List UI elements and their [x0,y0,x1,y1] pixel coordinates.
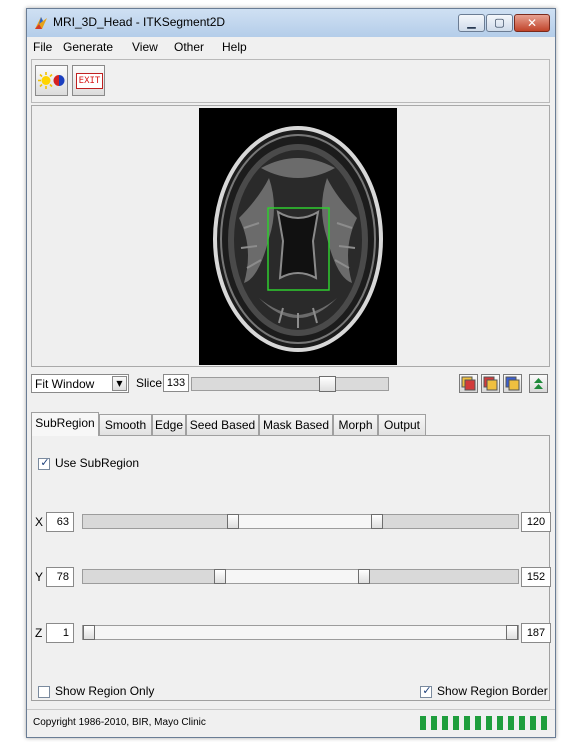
progress-segment [486,716,492,730]
y-max-handle[interactable] [358,569,370,584]
tab-subregion[interactable]: SubRegion [31,412,99,436]
y-min-field[interactable]: 78 [46,567,74,587]
subregion-panel: ✓ Use SubRegion X 63 120 Y 78 152 Z 1 18… [31,435,551,701]
tab-bar: SubRegion Smooth Edge Seed Based Mask Ba… [31,412,550,436]
progress-segment [475,716,481,730]
app-window: MRI_3D_Head - ITKSegment2D ▁ ▢ ✕ File Ge… [26,8,556,738]
axial-view-button[interactable] [459,374,478,393]
tab-seed-based[interactable]: Seed Based [186,414,259,435]
z-axis-label: Z [35,626,43,640]
dropdown-button[interactable]: ▼ [112,376,127,391]
x-min-handle[interactable] [227,514,239,529]
mri-slice-image [199,108,397,365]
tab-edge[interactable]: Edge [152,414,186,435]
y-axis-label: Y [35,570,44,584]
show-region-only-checkbox[interactable] [38,686,50,698]
show-region-border-checkbox[interactable]: ✓ [420,684,432,698]
axial-view-icon [461,376,476,391]
minimize-button[interactable]: ▁ [458,14,485,32]
tab-smooth[interactable]: Smooth [99,414,152,435]
maximize-button[interactable]: ▢ [486,14,513,32]
menu-file[interactable]: File [33,40,52,54]
progress-segment [442,716,448,730]
y-range-slider[interactable] [82,569,519,584]
menu-help[interactable]: Help [222,40,247,54]
use-subregion-label: Use SubRegion [55,456,140,470]
show-region-border-label: Show Region Border [437,684,548,698]
progress-segment [420,716,426,730]
sun-contrast-icon [38,72,65,89]
exit-label: EXIT [76,73,103,89]
coronal-view-button[interactable] [481,374,500,393]
progress-segment [453,716,459,730]
checkmark-icon: ✓ [422,684,432,697]
menu-view[interactable]: View [132,40,158,54]
coronal-view-icon [483,376,498,391]
progress-segment [541,716,547,730]
slice-label: Slice [136,376,163,390]
y-min-handle[interactable] [214,569,226,584]
close-button[interactable]: ✕ [514,14,550,32]
sagittal-view-icon [505,376,520,391]
copyright-text: Copyright 1986-2010, BIR, Mayo Clinic [33,717,206,728]
chevron-down-icon: ▼ [116,379,123,388]
window-title: MRI_3D_Head - ITKSegment2D [53,15,226,29]
menu-bar: File Generate View Other Help [27,37,555,57]
progress-segment [464,716,470,730]
y-max-field[interactable]: 152 [521,567,551,587]
use-subregion-checkbox[interactable]: ✓ [38,456,50,470]
z-min-handle[interactable] [83,625,95,640]
progress-segment [508,716,514,730]
progress-segment [431,716,437,730]
activity-indicator [420,716,550,730]
x-max-field[interactable]: 120 [521,512,551,532]
tab-mask-based[interactable]: Mask Based [259,414,333,435]
close-icon: ✕ [526,16,538,30]
progress-segment [497,716,503,730]
x-min-field[interactable]: 63 [46,512,74,532]
contrast-button[interactable] [35,65,68,96]
zoom-mode-select[interactable]: Fit Window ▼ [31,374,129,393]
progress-segment [519,716,525,730]
image-viewer[interactable] [31,105,550,367]
z-max-field[interactable]: 187 [521,623,551,643]
slice-up-button[interactable] [529,374,548,393]
z-range-slider[interactable] [82,625,519,640]
app-icon [35,17,47,29]
checkmark-icon: ✓ [40,456,50,469]
x-range-slider[interactable] [82,514,519,529]
title-bar[interactable]: MRI_3D_Head - ITKSegment2D ▁ ▢ ✕ [27,9,555,38]
progress-segment [530,716,536,730]
z-range-fill [89,626,512,639]
z-min-field[interactable]: 1 [46,623,74,643]
x-max-handle[interactable] [371,514,383,529]
toolbar: EXIT [31,59,550,103]
status-bar: Copyright 1986-2010, BIR, Mayo Clinic [27,709,555,736]
y-range-fill [220,570,364,583]
exit-button[interactable]: EXIT [72,65,105,96]
maximize-icon: ▢ [494,16,505,29]
z-max-handle[interactable] [506,625,518,640]
sagittal-view-button[interactable] [503,374,522,393]
x-range-fill [233,515,377,528]
slice-slider[interactable] [191,376,389,392]
show-region-only-label: Show Region Only [55,684,155,698]
arrow-up-icon [534,378,543,389]
slice-slider-thumb[interactable] [319,376,336,392]
slice-controls: Fit Window ▼ Slice 133 [31,373,550,395]
x-axis-label: X [35,515,44,529]
minimize-icon: ▁ [467,16,476,29]
menu-generate[interactable]: Generate [63,40,113,54]
zoom-mode-value: Fit Window [35,377,95,391]
tab-morph[interactable]: Morph [333,414,378,435]
menu-other[interactable]: Other [174,40,204,54]
tab-output[interactable]: Output [378,414,426,435]
slice-value[interactable]: 133 [163,374,189,392]
